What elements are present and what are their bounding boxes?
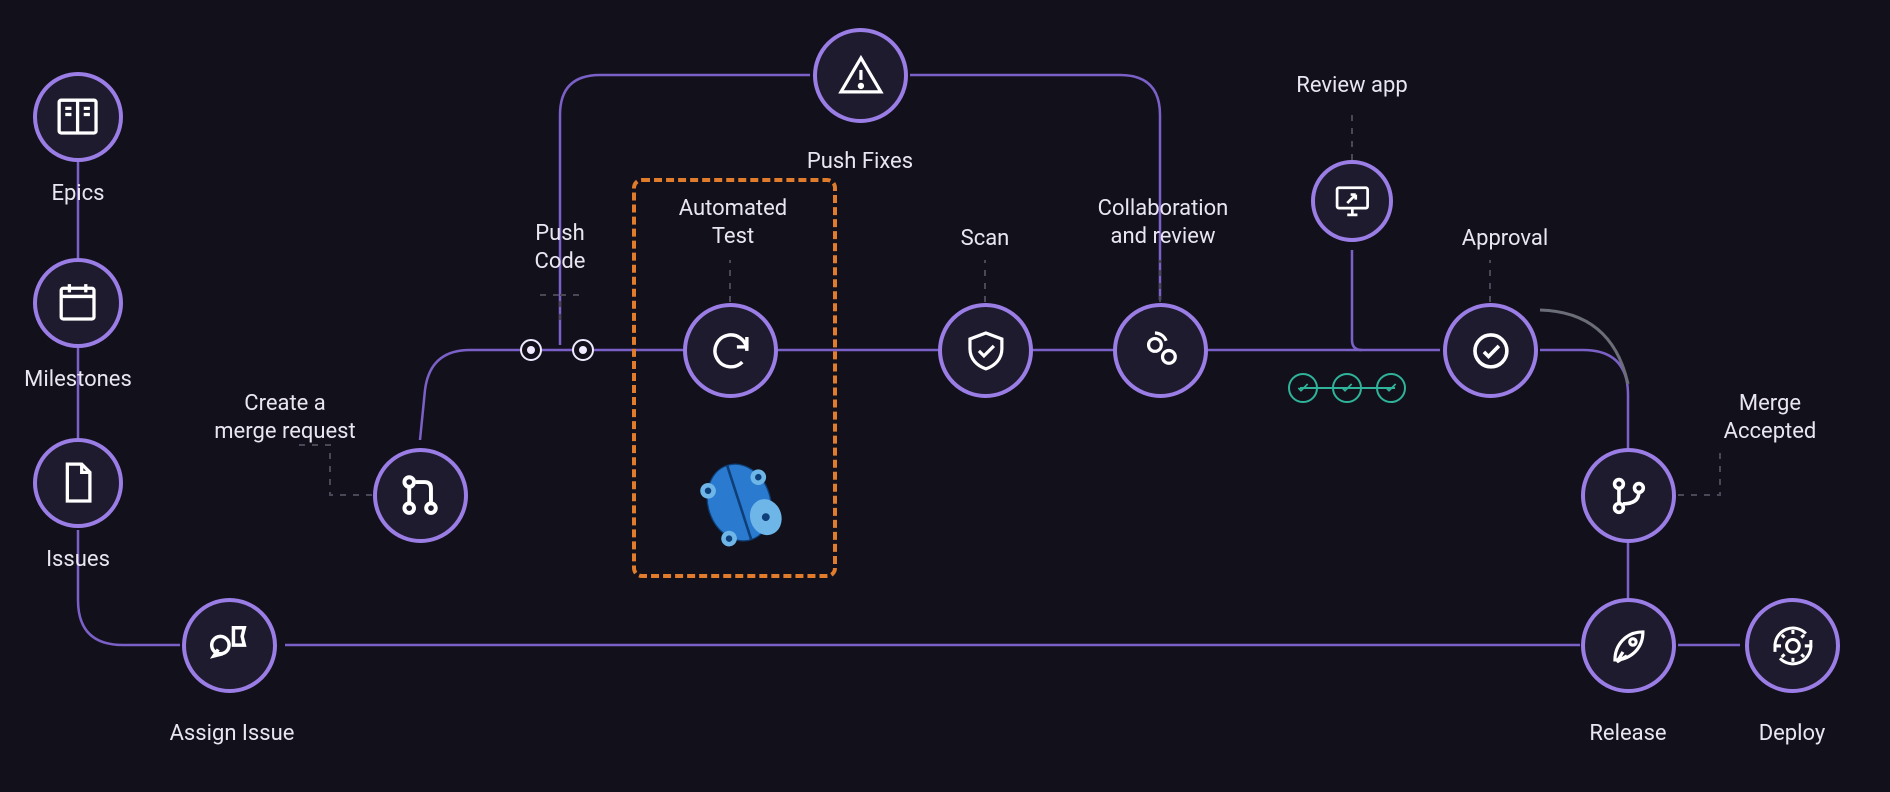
- issues-label: Issues: [33, 546, 123, 574]
- commit-dot-2: [572, 339, 594, 361]
- release-node: [1581, 598, 1676, 693]
- automated-test-label: Automated Test: [648, 195, 818, 250]
- calendar-icon: [53, 278, 102, 327]
- approval-label: Approval: [1445, 225, 1565, 253]
- mascot-icon: [675, 440, 805, 560]
- approval-node: [1443, 303, 1538, 398]
- issues-node: [33, 438, 123, 528]
- push-code-label: Push Code: [505, 220, 615, 275]
- monitor-icon: [1332, 181, 1373, 222]
- assign-icon: [203, 619, 255, 671]
- stage-check-1: [1288, 373, 1318, 403]
- merge-accepted-label: Merge Accepted: [1700, 390, 1840, 445]
- deploy-label: Deploy: [1747, 720, 1837, 748]
- scan-label: Scan: [940, 225, 1030, 253]
- automated-test-node: [683, 303, 778, 398]
- collab-label: Collaboration and review: [1078, 195, 1248, 250]
- epics-node: [33, 72, 123, 162]
- assign-issue-node: [182, 598, 277, 693]
- stage-check-2: [1332, 373, 1362, 403]
- shield-check-icon: [962, 327, 1010, 375]
- merge-request-icon: [394, 469, 446, 521]
- push-fixes-label: Push Fixes: [790, 148, 930, 176]
- assign-issue-label: Assign Issue: [152, 720, 312, 748]
- gear-cycle-icon: [1769, 622, 1817, 670]
- warning-icon: [837, 52, 885, 100]
- deploy-node: [1745, 598, 1840, 693]
- pipeline-diagram: Epics Milestones Issues Assign Issue Cre…: [0, 0, 1890, 792]
- milestones-node: [33, 258, 123, 348]
- commit-dot-1: [520, 339, 542, 361]
- milestones-label: Milestones: [13, 366, 143, 394]
- merge-accepted-node: [1581, 448, 1676, 543]
- refresh-icon: [707, 327, 755, 375]
- check-circle-icon: [1467, 327, 1515, 375]
- book-icon: [53, 92, 102, 141]
- push-fixes-node: [813, 28, 908, 123]
- review-app-label: Review app: [1285, 72, 1419, 100]
- rocket-icon: [1605, 622, 1653, 670]
- create-mr-node: [373, 448, 468, 543]
- stage-check-3: [1376, 373, 1406, 403]
- epics-label: Epics: [33, 180, 123, 208]
- document-icon: [53, 458, 102, 507]
- review-app-node: [1311, 160, 1393, 242]
- create-mr-label: Create a merge request: [195, 390, 375, 445]
- release-label: Release: [1578, 720, 1678, 748]
- people-icon: [1137, 327, 1185, 375]
- collab-node: [1113, 303, 1208, 398]
- git-branch-icon: [1605, 472, 1653, 520]
- scan-node: [938, 303, 1033, 398]
